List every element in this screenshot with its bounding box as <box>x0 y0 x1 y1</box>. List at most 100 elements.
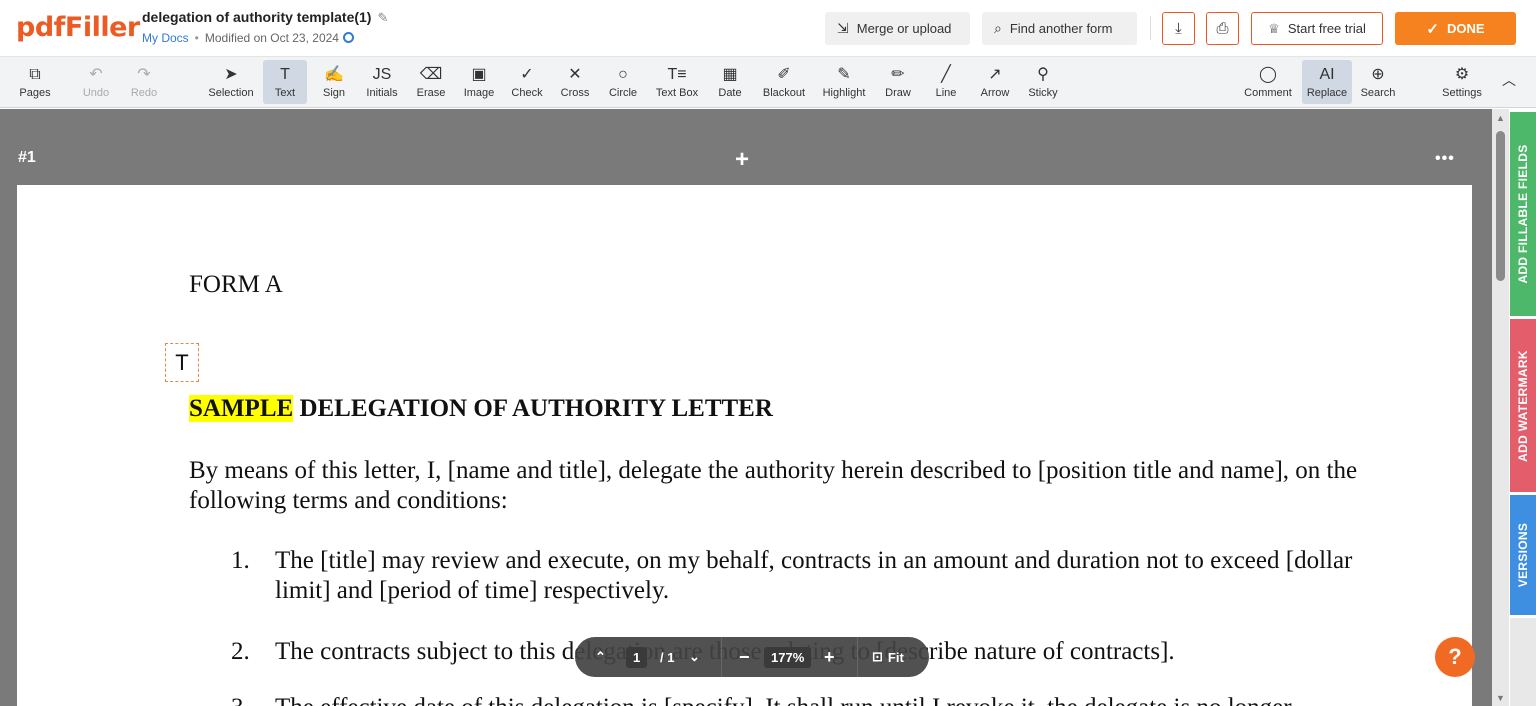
tool-search[interactable]: ⊕ Search <box>1356 60 1400 104</box>
add-page-icon[interactable]: + <box>735 146 749 174</box>
tool-blackout[interactable]: ✐ Blackout <box>757 60 811 104</box>
edit-title-icon[interactable]: ✎ <box>377 10 388 25</box>
header-divider <box>1150 16 1151 40</box>
tool-draw[interactable]: ✏ Draw <box>877 60 919 104</box>
zoom-wrap: 177% <box>764 637 812 677</box>
list-item-number: 1. <box>231 547 250 574</box>
intro-paragraph: By means of this letter, I, [name and ti… <box>189 457 1358 514</box>
tool-text-box[interactable]: T≡ Text Box <box>651 60 703 104</box>
tool-date[interactable]: ▦ Date <box>710 60 750 104</box>
tool-label: Image <box>463 86 495 99</box>
tool-image[interactable]: ▣ Image <box>457 60 501 104</box>
image-icon: ▣ <box>471 65 487 83</box>
separator-dot: • <box>194 31 199 45</box>
page-more-icon[interactable]: ••• <box>1435 150 1455 168</box>
tool-selection[interactable]: ➤ Selection <box>202 60 260 104</box>
page-navigation-bar: ⌃ 1 / 1 ⌄ − 177% + ⊡ Fit <box>575 637 929 677</box>
fit-icon: ⊡ <box>872 649 883 664</box>
tool-redo[interactable]: ↷ Redo <box>122 60 166 104</box>
page-number-input[interactable]: 1 <box>626 646 648 668</box>
document-heading: SAMPLE DELEGATION OF AUTHORITY LETTER <box>189 395 773 423</box>
modified-date: Modified on Oct 23, 2024 <box>204 31 339 45</box>
tool-label: Initials <box>366 86 398 99</box>
header-bar: pdfFiller delegation of authority templa… <box>0 0 1536 57</box>
scroll-up-icon[interactable]: ▲ <box>1496 113 1505 123</box>
text-insert-marker[interactable]: T <box>165 343 199 382</box>
fit-button[interactable]: ⊡ Fit <box>872 637 904 677</box>
prev-page-icon[interactable]: ⌃ <box>595 637 606 677</box>
tool-undo[interactable]: ↶ Undo <box>74 60 118 104</box>
tool-comment[interactable]: ◯ Comment <box>1240 60 1296 104</box>
tool-sticky[interactable]: ⚲ Sticky <box>1022 60 1064 104</box>
tool-cross[interactable]: ✕ Cross <box>553 60 597 104</box>
tool-circle[interactable]: ○ Circle <box>601 60 645 104</box>
tool-check[interactable]: ✓ Check <box>505 60 549 104</box>
tool-initials[interactable]: JS Initials <box>359 60 405 104</box>
tool-label: Settings <box>1442 86 1482 99</box>
scroll-down-icon[interactable]: ▼ <box>1496 693 1505 703</box>
search-icon: ⊕ <box>1371 65 1385 83</box>
tool-label: Date <box>718 86 742 99</box>
start-trial-button[interactable]: ♕ Start free trial <box>1251 12 1383 45</box>
tool-text[interactable]: T Text <box>263 60 307 104</box>
tool-label: Comment <box>1244 86 1292 99</box>
edit-toolbar: ⧉ Pages ↶ Undo ↷ Redo ➤ Selection T Text ✍ Sig… <box>0 57 1536 108</box>
merge-upload-button[interactable]: ⇲ Merge or upload <box>825 12 970 45</box>
zoom-out-icon[interactable]: − <box>739 637 750 677</box>
zoom-level[interactable]: 177% <box>764 646 812 668</box>
tool-label: Redo <box>130 86 158 99</box>
zoom-in-icon[interactable]: + <box>824 637 835 677</box>
my-docs-link[interactable]: My Docs <box>142 31 189 45</box>
document-page[interactable]: FORM A T SAMPLE DELEGATION OF AUTHORITY … <box>17 185 1472 706</box>
pager-divider <box>857 637 858 677</box>
versions-label: VERSIONS <box>1516 522 1530 588</box>
tool-label: Highlight <box>822 86 866 99</box>
tool-sign[interactable]: ✍ Sign <box>312 60 356 104</box>
tool-pages[interactable]: ⧉ Pages <box>12 60 58 104</box>
sign-icon: ✍ <box>324 65 344 83</box>
find-form-label: Find another form <box>1009 21 1113 36</box>
add-watermark-tab[interactable]: ADD WATERMARK <box>1510 319 1536 492</box>
tool-highlight[interactable]: ✎ Highlight <box>816 60 872 104</box>
vertical-scrollbar[interactable]: ▲ ▼ <box>1492 109 1509 706</box>
document-title[interactable]: delegation of authority template(1) ✎ <box>142 9 388 26</box>
add-fillable-fields-tab[interactable]: ADD FILLABLE FIELDS <box>1510 112 1536 316</box>
tool-label: Text <box>274 86 296 99</box>
page-total: / 1 <box>660 649 675 665</box>
tool-label: Circle <box>608 86 638 99</box>
tool-label: Blackout <box>762 86 806 99</box>
tool-label: Line <box>935 86 957 99</box>
eraser-icon: ⌫ <box>419 65 443 83</box>
highlighter-icon: ✎ <box>837 65 851 83</box>
undo-icon: ↶ <box>89 65 103 83</box>
document-meta: My Docs • Modified on Oct 23, 2024 <box>142 31 354 45</box>
brush-icon: ✏ <box>891 65 905 83</box>
done-button[interactable]: ✓ DONE <box>1395 12 1516 45</box>
check-icon: ✓ <box>520 65 534 83</box>
tool-arrow[interactable]: ↗ Arrow <box>973 60 1017 104</box>
print-button[interactable]: ⎙ <box>1206 12 1239 45</box>
tool-label: Sticky <box>1028 86 1058 99</box>
download-button[interactable]: ⤓ <box>1162 12 1195 45</box>
tool-label: Pages <box>19 86 51 99</box>
tool-line[interactable]: ╱ Line <box>925 60 967 104</box>
scrollbar-thumb[interactable] <box>1496 131 1505 281</box>
replace-icon: AI <box>1319 65 1335 83</box>
circle-icon: ○ <box>618 65 628 83</box>
list-item-number: 2. <box>231 638 250 665</box>
tool-erase[interactable]: ⌫ Erase <box>409 60 453 104</box>
versions-tab[interactable]: VERSIONS <box>1510 495 1536 615</box>
collapse-toolbar-icon[interactable]: ︿ <box>1502 70 1516 90</box>
tool-replace[interactable]: AI Replace <box>1302 60 1352 104</box>
tool-label: Sign <box>322 86 346 99</box>
version-history-icon[interactable] <box>342 32 354 43</box>
tool-settings[interactable]: ⚙ Settings <box>1438 60 1486 104</box>
side-panel-empty <box>1510 618 1536 706</box>
blackout-icon: ✐ <box>777 65 791 83</box>
document-title-text: delegation of authority template(1) <box>142 9 372 25</box>
pdffiller-logo[interactable]: pdfFiller <box>16 12 140 43</box>
find-form-button[interactable]: ⌕ Find another form <box>982 12 1137 45</box>
help-button[interactable]: ? <box>1435 637 1475 677</box>
next-page-icon[interactable]: ⌄ <box>689 637 700 677</box>
tool-label: Erase <box>416 86 446 99</box>
